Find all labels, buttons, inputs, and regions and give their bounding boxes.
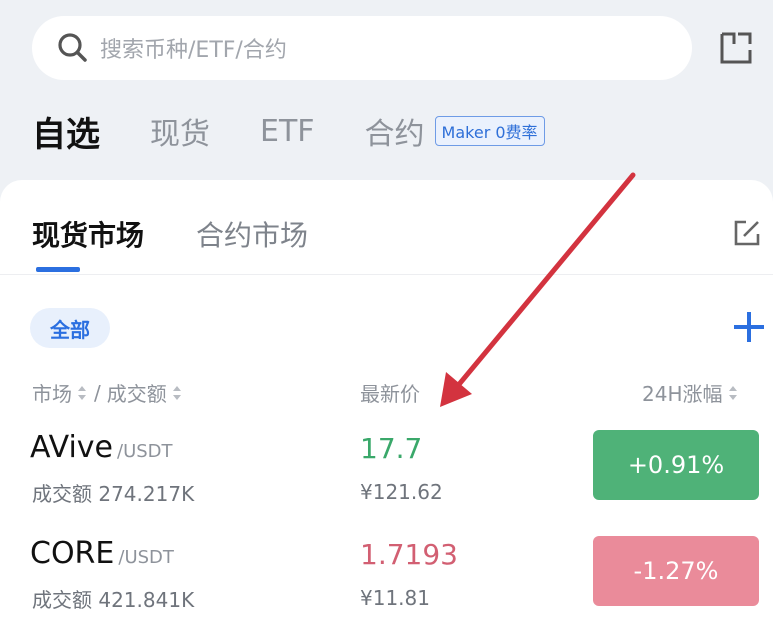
maker-fee-badge: Maker 0费率 xyxy=(434,116,545,146)
volume-label: 成交额 xyxy=(32,482,92,506)
tab-spot-market[interactable]: 现货市场 xyxy=(32,214,144,254)
sub-tabs: 现货市场 合约市场 xyxy=(32,214,360,254)
coin-base: CORE xyxy=(30,536,115,571)
column-volume-label: 成交额 xyxy=(106,382,167,406)
fiat-price: ¥121.62 xyxy=(360,480,443,504)
coin-pair: AVive/USDT xyxy=(30,430,173,465)
column-change-label: 24H涨幅 xyxy=(642,382,723,406)
column-separator: / xyxy=(94,380,101,405)
last-price: 1.7193 xyxy=(360,538,458,571)
last-price: 17.7 xyxy=(360,432,423,465)
change-badge[interactable]: -1.27% xyxy=(593,536,759,606)
fiat-price: ¥11.81 xyxy=(360,586,430,610)
search-placeholder: 搜索币种/ETF/合约 xyxy=(100,38,287,63)
tab-etf[interactable]: ETF xyxy=(260,114,315,149)
market-row[interactable]: CORE/USDT 成交额 421.841K 1.7193 ¥11.81 -1.… xyxy=(0,536,773,622)
top-tabs: 自选 现货 ETF 合约 Maker 0费率 xyxy=(32,106,545,156)
volume-value: 274.217K xyxy=(98,482,195,506)
coin-quote: /USDT xyxy=(118,547,174,568)
coin-quote: /USDT xyxy=(117,441,173,462)
volume-value: 421.841K xyxy=(98,588,195,612)
column-last-price-label: 最新价 xyxy=(360,382,420,406)
column-header-last-price[interactable]: 最新价 xyxy=(360,378,420,407)
tab-favorites[interactable]: 自选 xyxy=(32,107,100,156)
coin-base: AVive xyxy=(30,430,114,465)
filter-all-chip[interactable]: 全部 xyxy=(30,308,110,348)
tab-contract-market[interactable]: 合约市场 xyxy=(196,214,308,254)
market-card: 现货市场 合约市场 全部 市场 / 成交额 最新价 24H涨幅 AVive/US… xyxy=(0,180,773,622)
search-input[interactable]: 搜索币种/ETF/合约 xyxy=(32,16,692,80)
scan-icon[interactable] xyxy=(718,30,754,66)
column-header-change[interactable]: 24H涨幅 xyxy=(642,378,739,407)
column-market-label: 市场 xyxy=(32,382,72,406)
add-icon[interactable] xyxy=(730,308,768,346)
change-badge[interactable]: +0.91% xyxy=(593,430,759,500)
coin-pair: CORE/USDT xyxy=(30,536,174,571)
active-tab-indicator xyxy=(36,267,80,272)
edit-icon[interactable] xyxy=(732,218,762,248)
coin-volume: 成交额 274.217K xyxy=(32,478,194,507)
tab-spot[interactable]: 现货 xyxy=(150,109,210,153)
sort-icon xyxy=(78,385,86,400)
divider xyxy=(0,274,773,275)
coin-volume: 成交额 421.841K xyxy=(32,584,194,613)
sort-icon xyxy=(172,385,181,400)
tab-contracts[interactable]: 合约 xyxy=(365,109,425,153)
volume-label: 成交额 xyxy=(32,588,92,612)
column-header-market[interactable]: 市场 / 成交额 xyxy=(32,378,183,407)
search-icon xyxy=(58,33,87,62)
sort-icon xyxy=(728,385,737,400)
market-row[interactable]: AVive/USDT 成交额 274.217K 17.7 ¥121.62 +0.… xyxy=(0,430,773,536)
